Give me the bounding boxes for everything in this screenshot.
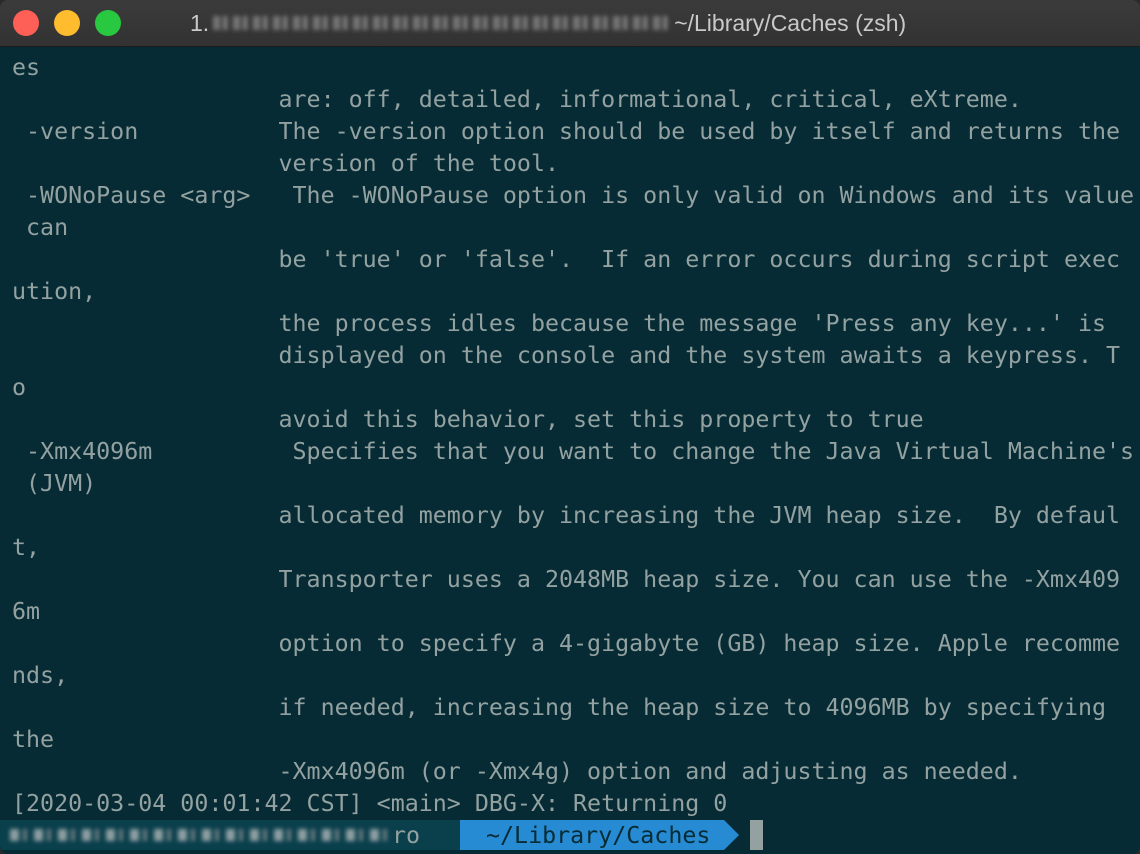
segment-separator-icon <box>724 820 740 850</box>
terminal-line: -version The -version option should be u… <box>12 118 1121 145</box>
terminal-line: if needed, increasing the heap size to 4… <box>12 694 1107 721</box>
terminal-line: be 'true' or 'false'. If an error occurs… <box>12 246 1121 273</box>
prompt-user-segment: ro <box>0 820 475 850</box>
terminal-line: (JVM) <box>12 470 97 497</box>
text-cursor[interactable] <box>750 820 764 850</box>
terminal-line: o <box>12 374 27 401</box>
redacted-title-text <box>213 16 669 30</box>
prompt-user-tail: ro <box>392 821 421 849</box>
terminal-line: avoid this behavior, set this property t… <box>12 406 924 433</box>
terminal-line: option to specify a 4-gigabyte (GB) heap… <box>12 630 1121 657</box>
redacted-user-host <box>10 829 390 841</box>
title-tab-number: 1. <box>190 9 210 36</box>
terminal-line: ution, <box>12 278 97 305</box>
zoom-button[interactable] <box>95 10 121 36</box>
terminal-line: -Xmx4096m Specifies that you want to cha… <box>12 438 1135 465</box>
terminal-line: [2020-03-04 00:01:42 CST] <main> DBG-X: … <box>12 790 728 817</box>
terminal-line: nds, <box>12 662 69 689</box>
close-button[interactable] <box>13 10 39 36</box>
terminal-line: Transporter uses a 2048MB heap size. You… <box>12 566 1121 593</box>
terminal-output[interactable]: es are: off, detailed, informational, cr… <box>12 52 1140 822</box>
shell-prompt: ro ~/Library/Caches <box>0 819 1140 851</box>
prompt-path-segment: ~/Library/Caches <box>460 820 740 850</box>
terminal-line: can <box>12 214 69 241</box>
title-bar[interactable]: 1. ~/Library/Caches (zsh) <box>0 0 1140 47</box>
window-title: 1. ~/Library/Caches (zsh) <box>190 8 906 38</box>
terminal-line: -WONoPause <arg> The -WONoPause option i… <box>12 182 1135 209</box>
terminal-line: the <box>12 726 55 753</box>
terminal-line: are: off, detailed, informational, criti… <box>12 86 1022 113</box>
title-path: ~/Library/Caches (zsh) <box>674 9 907 36</box>
minimize-button[interactable] <box>54 10 80 36</box>
prompt-path: ~/Library/Caches <box>486 821 711 849</box>
terminal-line: -Xmx4096m (or -Xmx4g) option and adjusti… <box>12 758 1022 785</box>
terminal-window: 1. ~/Library/Caches (zsh) es are: off, de… <box>0 0 1140 854</box>
terminal-line: es <box>12 54 41 81</box>
terminal-line: version of the tool. <box>12 150 560 177</box>
terminal-line: displayed on the console and the system … <box>12 342 1121 369</box>
terminal-line: t, <box>12 534 41 561</box>
terminal-line: 6m <box>12 598 41 625</box>
terminal-line: allocated memory by increasing the JVM h… <box>12 502 1121 529</box>
terminal-line: the process idles because the message 'P… <box>12 310 1107 337</box>
